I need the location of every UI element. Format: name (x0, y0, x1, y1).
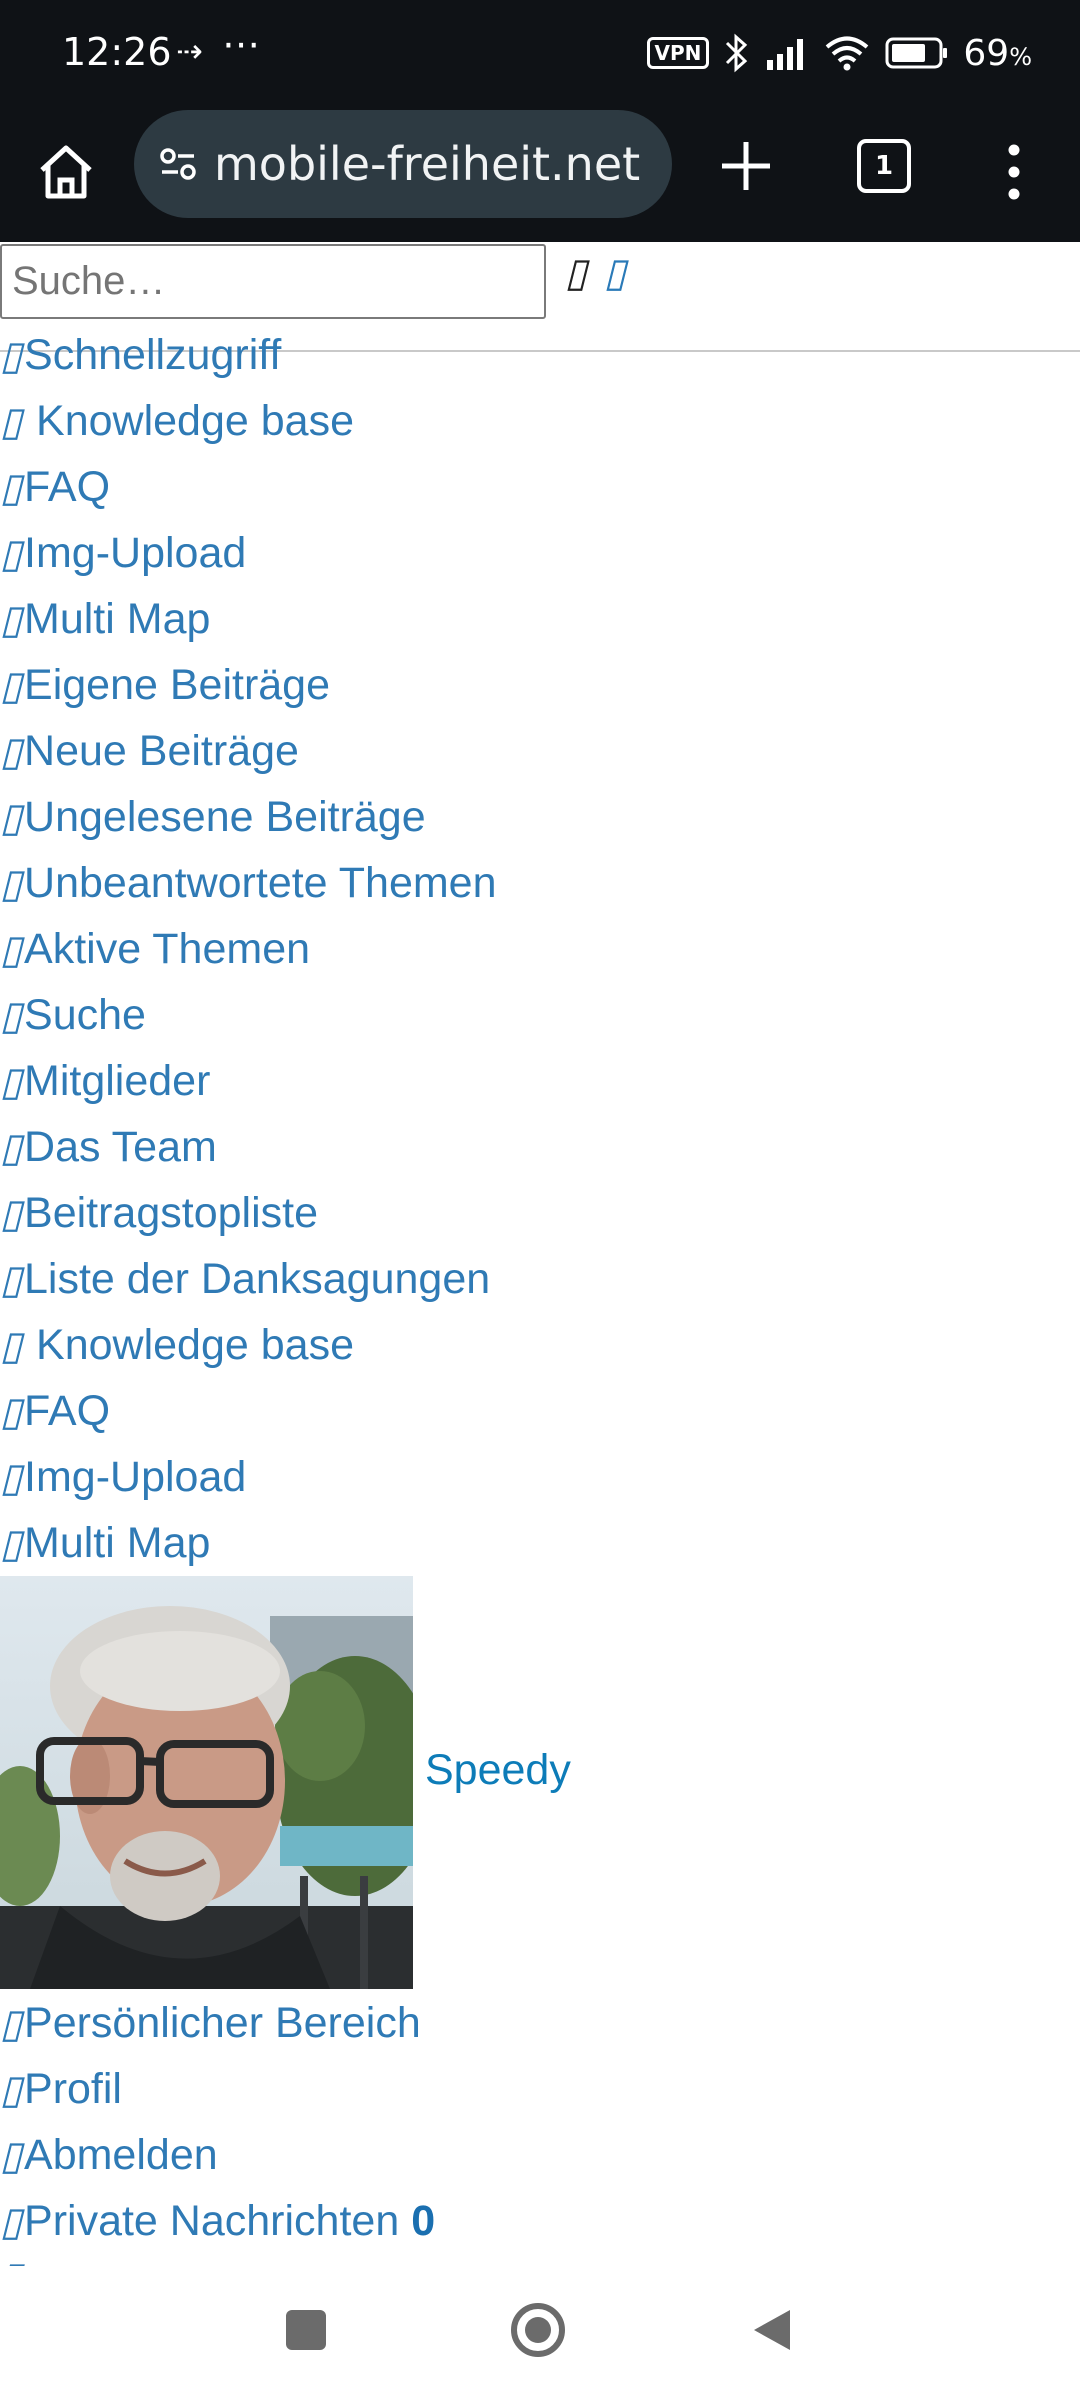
more-menu-icon[interactable] (994, 136, 1034, 208)
system-navigation-bar (0, 2266, 1080, 2400)
avatar[interactable] (0, 1576, 413, 1989)
advanced-search-icon[interactable]: ▯ (604, 250, 626, 296)
nav-link-danksagungen[interactable]: ▯Liste der Danksagungen (0, 1246, 1080, 1312)
bluetooth-icon (726, 33, 748, 73)
search-row: ▯ ▯ (0, 244, 1080, 322)
new-tab-icon[interactable] (712, 132, 780, 200)
nav-link-mitglieder[interactable]: ▯Mitglieder (0, 1048, 1080, 1114)
nav-link-das-team[interactable]: ▯Das Team (0, 1114, 1080, 1180)
nav-link-private-nachrichten[interactable]: ▯Private Nachrichten 0 (0, 2188, 1080, 2254)
missing-glyph-icon: ▯ (0, 1192, 23, 1236)
recent-apps-icon[interactable] (286, 2310, 326, 2350)
missing-glyph-icon: ▯ (0, 994, 23, 1038)
back-icon[interactable] (750, 2306, 794, 2354)
missing-glyph-icon: ▯ (0, 1126, 23, 1170)
missing-glyph-icon: ▯ (0, 400, 23, 444)
status-time: 12:26 (62, 30, 172, 74)
battery-percent: 69% (963, 32, 1032, 74)
missing-glyph-icon: ▯ (0, 1390, 23, 1434)
status-icons: VPN 69% (646, 28, 1032, 78)
missing-glyph-icon: ▯ (0, 796, 23, 840)
battery-icon (885, 37, 948, 69)
url-text: mobile-freiheit.net (214, 137, 641, 191)
user-profile-row: Speedy (0, 1576, 1080, 1990)
nav-link-faq[interactable]: ▯FAQ (0, 454, 1080, 520)
search-icon[interactable]: ▯ (565, 250, 587, 296)
nav-link-schnellzugriff[interactable]: ▯Schnellzugriff (0, 322, 1080, 388)
nav-link-img-upload[interactable]: ▯Img-Upload (0, 520, 1080, 586)
nav-link-unbeantwortete-themen[interactable]: ▯Unbeantwortete Themen (0, 850, 1080, 916)
nav-link-persoenlicher-bereich[interactable]: ▯Persönlicher Bereich (0, 1990, 1080, 2056)
nav-link-faq-2[interactable]: ▯FAQ (0, 1378, 1080, 1444)
wifi-icon (826, 36, 869, 71)
nav-link-eigene-beitraege[interactable]: ▯Eigene Beiträge (0, 652, 1080, 718)
username-link[interactable]: Speedy (425, 1746, 571, 1795)
data-transfer-icon: ⇢ (176, 32, 203, 70)
nav-link-multi-map-2[interactable]: ▯Multi Map (0, 1510, 1080, 1576)
missing-glyph-icon: ▯ (0, 598, 23, 642)
nav-link-ungelesene-beitraege[interactable]: ▯Ungelesene Beiträge (0, 784, 1080, 850)
home-icon[interactable] (30, 136, 102, 208)
pm-count-badge: 0 (411, 2197, 436, 2245)
missing-glyph-icon: ▯ (0, 1258, 23, 1302)
missing-glyph-icon: ▯ (0, 1456, 23, 1500)
home-circle-icon[interactable] (510, 2302, 566, 2358)
missing-glyph-icon: ▯ (0, 2068, 23, 2112)
tab-switcher-button[interactable]: 1 (857, 139, 911, 193)
nav-link-multi-map[interactable]: ▯Multi Map (0, 586, 1080, 652)
missing-glyph-icon: ▯ (0, 1324, 23, 1368)
browser-toolbar: mobile-freiheit.net 1 (0, 110, 1080, 352)
signal-icon (767, 39, 804, 70)
nav-link-beitragstopliste[interactable]: ▯Beitragstopliste (0, 1180, 1080, 1246)
nav-link-img-upload-2[interactable]: ▯Img-Upload (0, 1444, 1080, 1510)
search-input[interactable] (0, 244, 546, 319)
missing-glyph-icon: ▯ (0, 2200, 23, 2244)
status-bar: 12:26 ⇢ ⋯ VPN 69% (0, 0, 1080, 110)
missing-glyph-icon: ▯ (0, 334, 23, 378)
address-bar[interactable]: mobile-freiheit.net (134, 110, 672, 218)
missing-glyph-icon: ▯ (0, 928, 23, 972)
missing-glyph-icon: ▯ (0, 2002, 23, 2046)
missing-glyph-icon: ▯ (0, 1060, 23, 1104)
missing-glyph-icon: ▯ (0, 466, 23, 510)
vpn-icon: VPN (646, 37, 710, 69)
nav-link-knowledge-base-2[interactable]: ▯ Knowledge base (0, 1312, 1080, 1378)
nav-link-abmelden[interactable]: ▯Abmelden (0, 2122, 1080, 2188)
more-notifications-icon: ⋯ (222, 22, 260, 66)
nav-link-suche[interactable]: ▯Suche (0, 982, 1080, 1048)
missing-glyph-icon: ▯ (0, 532, 23, 576)
missing-glyph-icon: ▯ (0, 664, 23, 708)
missing-glyph-icon: ▯ (0, 862, 23, 906)
site-settings-icon[interactable] (156, 142, 200, 186)
nav-link-knowledge-base[interactable]: ▯ Knowledge base (0, 388, 1080, 454)
page-content: ▯ ▯ ▯Schnellzugriff ▯Knowledge base ▯FAQ… (0, 244, 1080, 2274)
nav-link-neue-beitraege[interactable]: ▯Neue Beiträge (0, 718, 1080, 784)
missing-glyph-icon: ▯ (0, 730, 23, 774)
missing-glyph-icon: ▯ (0, 2134, 23, 2178)
nav-link-profil[interactable]: ▯Profil (0, 2056, 1080, 2122)
nav-link-aktive-themen[interactable]: ▯Aktive Themen (0, 916, 1080, 982)
missing-glyph-icon: ▯ (0, 1522, 23, 1566)
